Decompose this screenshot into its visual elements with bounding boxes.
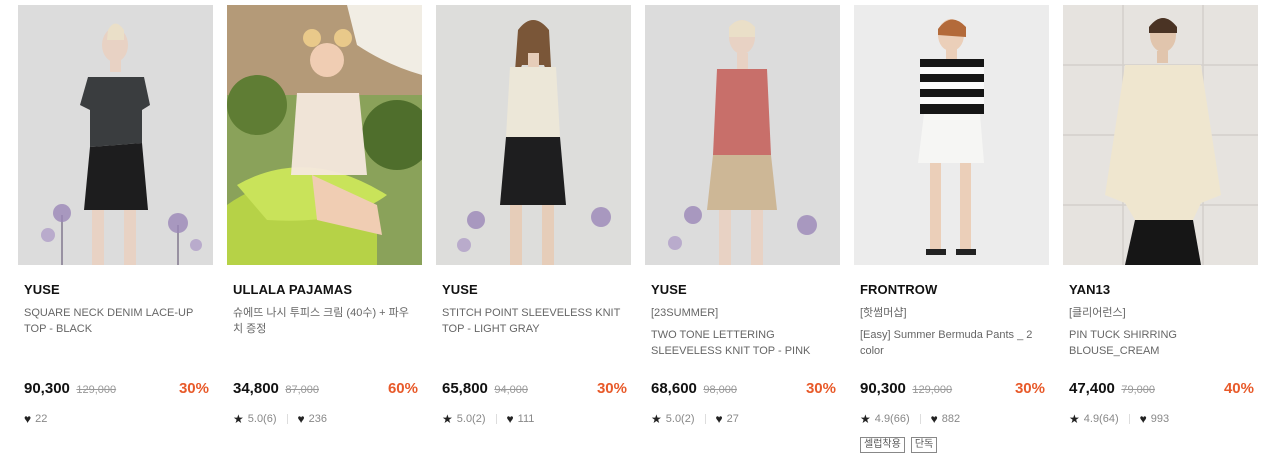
like-count: 993 [1150, 413, 1170, 425]
product-card[interactable]: FRONTROW [핫썸머샵] [Easy] Summer Bermuda Pa… [854, 5, 1049, 453]
divider [1128, 414, 1130, 424]
product-meta: ★ 5.0(6) ♥ 236 [233, 412, 327, 426]
sale-price: 34,800 [233, 380, 279, 397]
product-card[interactable]: ULLALA PAJAMAS 슈에뜨 나시 투피스 크림 (40수) + 파우치… [227, 5, 422, 426]
product-name[interactable]: STITCH POINT SLEEVELESS KNIT TOP - LIGHT… [442, 305, 625, 337]
product-tag: [핫썸머샵] [860, 307, 907, 319]
price-row: 34,800 87,000 60% [233, 379, 418, 399]
discount-rate: 30% [596, 380, 627, 397]
product-tag: [23SUMMER] [651, 307, 719, 319]
brand-name[interactable]: ULLALA PAJAMAS [233, 282, 422, 298]
divider [919, 414, 921, 424]
original-price: 129,000 [76, 384, 117, 396]
star-icon: ★ [860, 412, 871, 426]
divider [704, 414, 706, 424]
price-row: 90,300 129,000 30% [860, 379, 1045, 399]
original-price: 129,000 [912, 384, 953, 396]
product-card[interactable]: YAN13 [클리어런스] PIN TUCK SHIRRING BLOUSE_C… [1063, 5, 1258, 426]
brand-name[interactable]: YUSE [651, 282, 840, 298]
product-meta: ★ 4.9(66) ♥ 882 [860, 412, 960, 426]
product-tag: [클리어런스] [1069, 307, 1126, 319]
sale-price: 90,300 [24, 380, 70, 397]
divider [286, 414, 288, 424]
price-row: 65,800 94,000 30% [442, 379, 627, 399]
original-price: 98,000 [703, 384, 737, 396]
star-icon: ★ [651, 412, 662, 426]
discount-rate: 40% [1223, 380, 1254, 397]
brand-name[interactable]: FRONTROW [860, 282, 1049, 298]
discount-rate: 60% [387, 380, 418, 397]
badge-exclusive: 단독 [910, 437, 938, 453]
divider [495, 414, 497, 424]
brand-name[interactable]: YUSE [24, 282, 213, 298]
product-meta: ★ 5.0(2) ♥ 111 [442, 412, 534, 426]
original-price: 87,000 [285, 384, 319, 396]
heart-icon[interactable]: ♥ [716, 412, 723, 426]
price-row: 90,300 129,000 30% [24, 379, 209, 399]
product-grid: YUSE SQUARE NECK DENIM LACE-UP TOP - BLA… [0, 0, 1274, 464]
price-row: 68,600 98,000 30% [651, 379, 836, 399]
product-meta: ★ 5.0(2) ♥ 27 [651, 412, 739, 426]
product-meta: ♥ 22 [24, 412, 47, 426]
product-image[interactable] [18, 5, 213, 265]
star-icon: ★ [233, 412, 244, 426]
product-meta: ★ 4.9(64) ♥ 993 [1069, 412, 1169, 426]
sale-price: 65,800 [442, 380, 488, 397]
product-image[interactable] [645, 5, 840, 265]
product-card[interactable]: YUSE [23SUMMER] TWO TONE LETTERING SLEEV… [645, 5, 840, 426]
product-image[interactable] [227, 5, 422, 265]
rating: 5.0(2) [456, 413, 486, 425]
rating: 4.9(66) [874, 413, 910, 425]
rating: 4.9(64) [1083, 413, 1119, 425]
brand-name[interactable]: YUSE [442, 282, 631, 298]
heart-icon[interactable]: ♥ [298, 412, 305, 426]
price-row: 47,400 79,000 40% [1069, 379, 1254, 399]
badge-list: 셀럽착용 단독 [860, 437, 938, 453]
product-name[interactable]: 슈에뜨 나시 투피스 크림 (40수) + 파우치 증정 [233, 305, 416, 337]
rating: 5.0(6) [247, 413, 277, 425]
like-count: 236 [308, 413, 327, 425]
brand-name[interactable]: YAN13 [1069, 282, 1258, 298]
sale-price: 68,600 [651, 380, 697, 397]
like-count: 22 [35, 413, 48, 425]
heart-icon[interactable]: ♥ [1140, 412, 1147, 426]
discount-rate: 30% [178, 380, 209, 397]
heart-icon[interactable]: ♥ [931, 412, 938, 426]
sale-price: 47,400 [1069, 380, 1115, 397]
heart-icon[interactable]: ♥ [507, 412, 514, 426]
product-name[interactable]: SQUARE NECK DENIM LACE-UP TOP - BLACK [24, 305, 207, 337]
star-icon: ★ [1069, 412, 1080, 426]
product-image[interactable] [436, 5, 631, 265]
star-icon: ★ [442, 412, 453, 426]
discount-rate: 30% [805, 380, 836, 397]
product-name[interactable]: PIN TUCK SHIRRING BLOUSE_CREAM [1069, 327, 1252, 359]
sale-price: 90,300 [860, 380, 906, 397]
badge-celeb: 셀럽착용 [860, 437, 905, 453]
like-count: 111 [517, 413, 535, 425]
product-image[interactable] [854, 5, 1049, 265]
heart-icon[interactable]: ♥ [24, 412, 31, 426]
like-count: 27 [726, 413, 739, 425]
original-price: 94,000 [494, 384, 528, 396]
product-name[interactable]: TWO TONE LETTERING SLEEVELESS KNIT TOP -… [651, 327, 834, 359]
like-count: 882 [941, 413, 961, 425]
product-card[interactable]: YUSE SQUARE NECK DENIM LACE-UP TOP - BLA… [18, 5, 213, 426]
product-name[interactable]: [Easy] Summer Bermuda Pants _ 2 color [860, 327, 1043, 359]
product-card[interactable]: YUSE STITCH POINT SLEEVELESS KNIT TOP - … [436, 5, 631, 426]
discount-rate: 30% [1014, 380, 1045, 397]
product-image[interactable] [1063, 5, 1258, 265]
rating: 5.0(2) [665, 413, 695, 425]
original-price: 79,000 [1121, 384, 1155, 396]
